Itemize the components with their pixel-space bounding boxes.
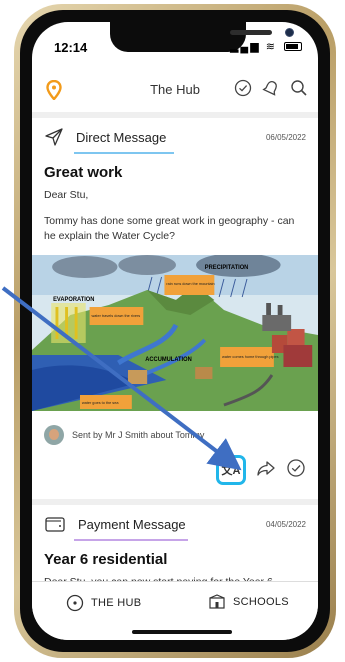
card-header: Payment Message 04/05/2022 — [32, 505, 318, 543]
message-date: 06/05/2022 — [265, 132, 306, 142]
nav-label-schools: SCHOOLS — [233, 596, 289, 608]
type-underline — [74, 539, 188, 541]
water-cycle-drawing[interactable]: PRECIPITATION EVAPORATION ACCUMULATION r… — [32, 255, 318, 411]
status-time: 12:14 — [54, 40, 88, 55]
rain-note: rain runs down the mountain — [166, 281, 214, 286]
phone-frame: 12:14 ▂▄▆ ≋ The Hub Direct Message 06/05… — [14, 4, 336, 658]
bottom-navigation: THE HUB SCHOOLS — [32, 581, 318, 640]
search-icon — [291, 80, 307, 96]
nav-the-hub[interactable]: THE HUB — [66, 594, 141, 612]
evaporation-label: EVAPORATION — [53, 297, 94, 303]
school-icon — [209, 594, 225, 609]
phone-bezel: 12:14 ▂▄▆ ≋ The Hub Direct Message 06/05… — [20, 10, 330, 652]
notifications-button[interactable] — [260, 77, 282, 99]
message-title: Great work — [44, 164, 123, 181]
app-screen: 12:14 ▂▄▆ ≋ The Hub Direct Message 06/05… — [32, 22, 318, 640]
nav-schools[interactable]: SCHOOLS — [208, 594, 289, 610]
message-date: 04/05/2022 — [265, 519, 306, 529]
message-greeting: Dear Stu, — [44, 189, 89, 201]
town-note: water comes home through pipes — [222, 354, 279, 359]
type-underline — [74, 152, 174, 154]
nav-label-hub: THE HUB — [91, 597, 142, 609]
sender-row: Sent by Mr J Smith about Tommy — [32, 411, 318, 449]
hub-circle-icon — [66, 594, 84, 612]
paper-plane-icon — [45, 128, 63, 146]
check-circle-icon — [287, 458, 305, 477]
water-note: water travels down the rivers — [92, 313, 141, 318]
check-circle-icon — [234, 79, 252, 97]
message-feed[interactable]: Direct Message 06/05/2022 Great work Dea… — [32, 112, 318, 582]
translate-button[interactable]: 文A — [216, 455, 246, 485]
appbar-actions — [232, 77, 310, 99]
signal-icon: ▂▄▆ — [229, 41, 261, 53]
drawing-image: PRECIPITATION EVAPORATION ACCUMULATION r… — [32, 255, 318, 411]
notch — [110, 22, 294, 52]
speaker — [230, 30, 272, 35]
home-indicator — [132, 630, 232, 634]
sender-avatar — [44, 425, 64, 445]
message-body: Tommy has done some great work in geogra… — [44, 215, 295, 242]
share-arrow-icon — [257, 460, 275, 476]
app-bar: The Hub — [32, 72, 318, 108]
message-type-label: Payment Message — [78, 516, 186, 532]
sender-text: Sent by Mr J Smith about Tommy — [72, 430, 205, 440]
message-card-payment[interactable]: Payment Message 04/05/2022 Year 6 reside… — [32, 505, 318, 582]
wifi-icon: ≋ — [265, 41, 277, 53]
accumulation-label: ACCUMULATION — [145, 357, 192, 363]
search-button[interactable] — [288, 77, 310, 99]
camera — [285, 28, 294, 37]
wallet-icon — [45, 517, 65, 532]
card-header: Direct Message 06/05/2022 — [32, 118, 318, 156]
share-button[interactable] — [256, 459, 276, 482]
battery-icon — [284, 42, 302, 51]
message-card-direct[interactable]: Direct Message 06/05/2022 Great work Dea… — [32, 118, 318, 499]
translate-icon: 文A — [221, 465, 241, 477]
precipitation-label: PRECIPITATION — [205, 265, 249, 271]
message-title: Year 6 residential — [44, 551, 168, 568]
mark-read-button[interactable] — [286, 458, 306, 483]
mark-all-read-button[interactable] — [232, 77, 254, 99]
bell-icon — [262, 81, 277, 96]
sea-note: water goes to the sea — [82, 400, 119, 405]
message-actions: 文A — [32, 449, 318, 495]
status-icons: ▂▄▆ ≋ — [230, 40, 302, 53]
message-type-label: Direct Message — [76, 129, 167, 145]
